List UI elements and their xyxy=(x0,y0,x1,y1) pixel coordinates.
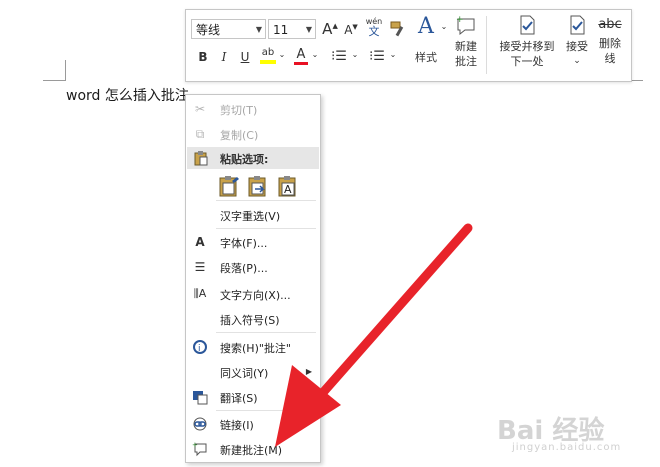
baidu-watermark-url: jingyan.baidu.com xyxy=(512,442,622,453)
red-arrow-annotation xyxy=(275,223,473,447)
